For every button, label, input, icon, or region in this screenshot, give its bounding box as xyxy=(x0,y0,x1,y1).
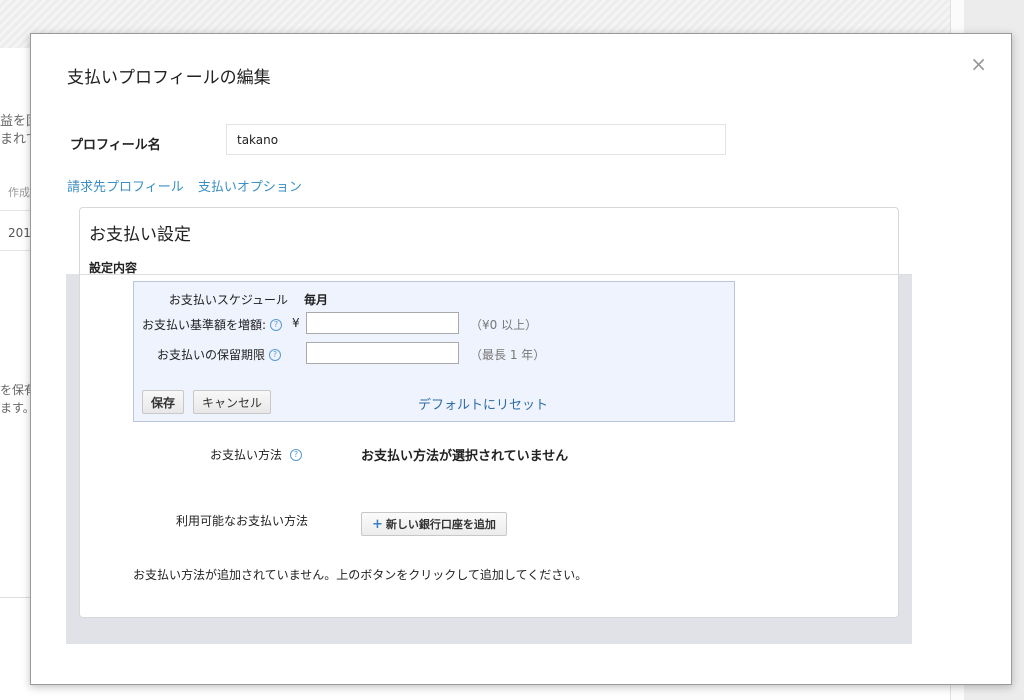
hold-label: お支払いの保留期限 xyxy=(157,348,266,362)
help-icon[interactable]: ? xyxy=(290,449,303,461)
save-button[interactable]: 保存 xyxy=(142,390,185,414)
background-cell: 201 xyxy=(8,226,31,240)
schedule-label: お支払いスケジュール xyxy=(168,293,288,307)
profile-links: 請求先プロフィール 支払いオプション xyxy=(67,176,312,195)
payment-options-link[interactable]: 支払いオプション xyxy=(198,180,302,195)
hold-input[interactable] xyxy=(306,342,459,364)
dialog-title: 支払いプロフィールの編集 xyxy=(67,68,271,88)
add-bank-account-label: 新しい銀行口座を追加 xyxy=(385,518,496,531)
plus-icon: + xyxy=(372,517,383,532)
threshold-input[interactable] xyxy=(306,312,459,334)
hold-hint: （最長 1 年） xyxy=(470,348,546,362)
payment-method-label-group: お支払い方法? xyxy=(210,446,303,463)
profile-name-input[interactable] xyxy=(226,124,726,155)
available-methods-label: 利用可能なお支払い方法 xyxy=(176,514,309,528)
threshold-label-group: お支払い基準額を増額:? xyxy=(142,316,283,333)
billing-profile-link[interactable]: 請求先プロフィール xyxy=(67,180,184,195)
profile-name-row: プロフィール名 xyxy=(70,124,770,156)
help-icon[interactable]: ? xyxy=(270,319,283,331)
threshold-hint: （¥0 以上） xyxy=(470,318,538,332)
payment-method-label: お支払い方法 xyxy=(210,448,283,462)
background-column-header: 作成 xyxy=(8,186,30,199)
no-payment-method-note: お支払い方法が追加されていません。上のボタンをクリックして追加してください。 xyxy=(133,568,588,582)
add-bank-account-button[interactable]: + 新しい銀行口座を追加 xyxy=(361,512,507,536)
panel-title: お支払い設定 xyxy=(89,225,191,245)
help-icon[interactable]: ? xyxy=(269,349,282,361)
payment-method-value: お支払い方法が選択されていません xyxy=(361,449,569,464)
schedule-value: 毎月 xyxy=(304,293,329,307)
panel-divider xyxy=(80,274,912,275)
profile-name-label: プロフィール名 xyxy=(70,138,161,153)
payment-settings-panel: お支払い設定 設定内容 お支払いスケジュール 毎月 お支払い基準額を増額:? ¥… xyxy=(79,207,912,618)
cancel-button[interactable]: キャンセル xyxy=(193,390,272,414)
edit-payment-profile-dialog: × 支払いプロフィールの編集 プロフィール名 請求先プロフィール 支払いオプショ… xyxy=(30,33,1012,685)
threshold-label: お支払い基準額を増額: xyxy=(142,318,267,332)
close-icon[interactable]: × xyxy=(970,54,987,74)
currency-symbol: ¥ xyxy=(292,316,300,330)
hold-label-group: お支払いの保留期限? xyxy=(157,346,282,363)
reset-to-default-link[interactable]: デフォルトにリセット xyxy=(418,394,548,413)
settings-form: お支払いスケジュール 毎月 お支払い基準額を増額:? ¥ （¥0 以上） お支払… xyxy=(133,281,735,422)
